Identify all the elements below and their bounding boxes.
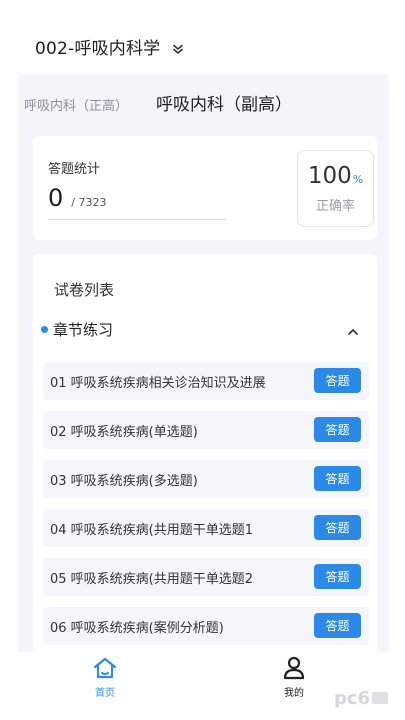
paper-row[interactable]: 01 呼吸系统疾病相关诊治知识及进展 答题 <box>43 362 369 400</box>
paper-row-label: 05 呼吸系统疾病(共用题干单选题2 <box>50 572 254 587</box>
accuracy-number: 100 <box>307 163 352 189</box>
accuracy-label: 正确率 <box>315 199 355 214</box>
stats-divider <box>48 219 227 220</box>
chapter-section-header[interactable]: 章节练习 <box>33 318 377 340</box>
stats-label: 答题统计 <box>48 162 101 177</box>
paper-row[interactable]: 06 呼吸系统疾病(案例分析题) 答题 <box>43 607 369 645</box>
pc6-watermark-logo: pc6 <box>332 684 392 712</box>
level-tab-senior[interactable]: 呼吸内科（正高） <box>24 95 128 114</box>
svg-text:pc6: pc6 <box>334 688 370 709</box>
paper-row[interactable]: 05 呼吸系统疾病(共用题干单选题2 答题 <box>43 558 369 596</box>
paper-row-label: 03 呼吸系统疾病(多选题) <box>50 474 198 489</box>
level-tabs: 呼吸内科（正高） 呼吸内科（副高） <box>18 90 389 120</box>
answer-button[interactable]: 答题 <box>314 466 361 491</box>
paper-row-label: 06 呼吸系统疾病(案例分析题) <box>50 621 224 636</box>
double-chevron-down-icon[interactable] <box>172 40 184 54</box>
tab-home[interactable]: 首页 <box>75 656 135 699</box>
home-icon <box>75 656 135 680</box>
paper-list-card: 试卷列表 章节练习 01 呼吸系统疾病相关诊治知识及进展 答题 02 呼吸系统疾… <box>33 254 377 706</box>
answer-button[interactable]: 答题 <box>314 613 361 638</box>
accuracy-value: 100% <box>298 163 373 189</box>
accuracy-unit: % <box>352 173 364 186</box>
paper-row-label: 01 呼吸系统疾病相关诊治知识及进展 <box>50 376 266 391</box>
tab-mine[interactable]: 我的 <box>264 656 324 699</box>
answer-button[interactable]: 答题 <box>314 368 361 393</box>
total-number: / 7323 <box>71 196 107 209</box>
answer-button[interactable]: 答题 <box>314 417 361 442</box>
answered-number: 0 <box>48 184 64 212</box>
paper-row-label: 04 呼吸系统疾病(共用题干单选题1 <box>50 523 254 538</box>
user-icon <box>264 656 324 680</box>
subject-header[interactable]: 002-呼吸内科学 <box>18 18 389 74</box>
subject-title[interactable]: 002-呼吸内科学 <box>35 34 160 59</box>
level-tab-associate[interactable]: 呼吸内科（副高） <box>156 90 292 115</box>
chevron-up-icon[interactable] <box>347 323 359 335</box>
section-dot <box>41 325 48 333</box>
paper-row[interactable]: 02 呼吸系统疾病(单选题) 答题 <box>43 411 369 449</box>
tab-home-label: 首页 <box>95 688 115 699</box>
answered-count: 0 / 7323 <box>48 184 106 212</box>
paper-row[interactable]: 04 呼吸系统疾病(共用题干单选题1 答题 <box>43 509 369 547</box>
paper-row-label: 02 呼吸系统疾病(单选题) <box>50 425 198 440</box>
app-screen: 002-呼吸内科学 呼吸内科（正高） 呼吸内科（副高） 答题统计 0 / 732… <box>18 18 389 706</box>
answer-button[interactable]: 答题 <box>314 564 361 589</box>
answer-stats-card: 答题统计 0 / 7323 100% 正确率 <box>33 136 377 240</box>
answer-button[interactable]: 答题 <box>314 515 361 540</box>
paper-list-title: 试卷列表 <box>54 281 115 299</box>
tab-mine-label: 我的 <box>284 688 304 699</box>
accuracy-box: 100% 正确率 <box>297 150 374 227</box>
section-title: 章节练习 <box>53 320 114 339</box>
paper-row[interactable]: 03 呼吸系统疾病(多选题) 答题 <box>43 460 369 498</box>
